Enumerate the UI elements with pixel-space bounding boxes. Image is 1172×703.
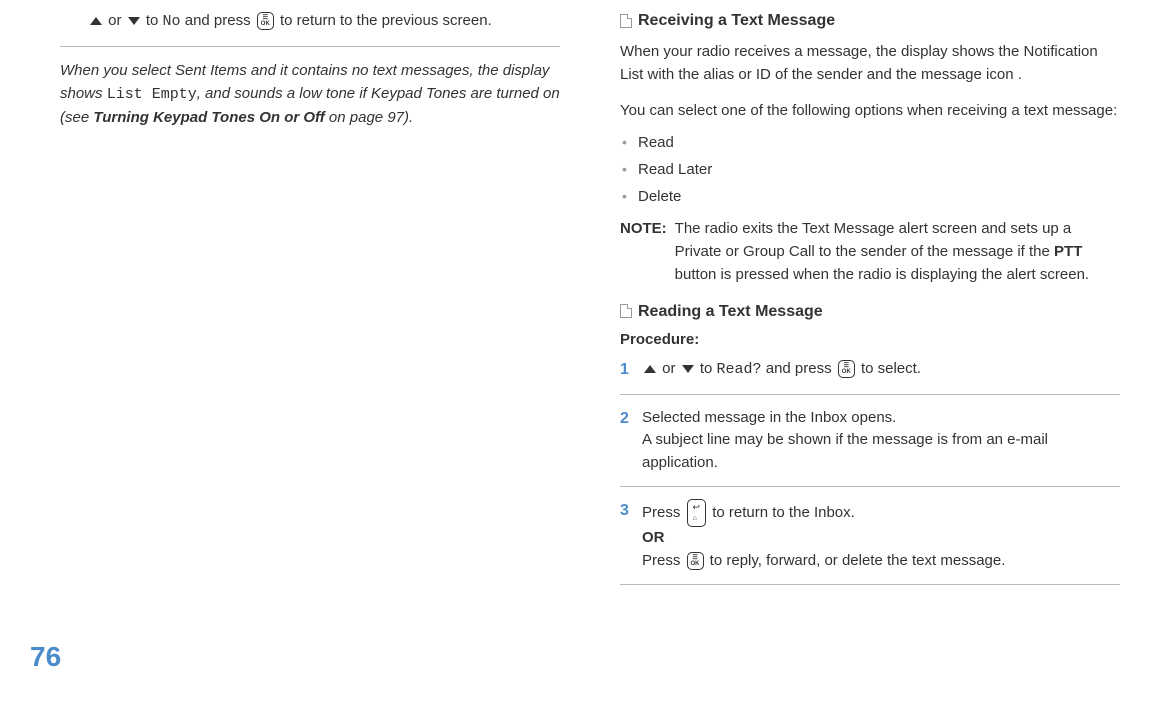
ok-button-icon: ☰OK <box>257 12 274 30</box>
text-and-press: and press <box>181 12 255 29</box>
cross-reference: Turning Keypad Tones On or Off <box>93 109 324 126</box>
text-to: to <box>142 12 163 29</box>
read-prompt: Read? <box>717 361 762 378</box>
right-column: Receiving a Text Message When your radio… <box>620 10 1120 597</box>
step-2: 2 Selected message in the Inbox opens. A… <box>620 407 1120 488</box>
text-or: or <box>104 12 126 29</box>
heading-reading-text: Reading a Text Message <box>638 303 823 320</box>
text-to: to <box>696 360 717 377</box>
text-return-inbox: to return to the Inbox. <box>708 504 855 521</box>
step-number-3: 3 <box>620 499 642 523</box>
up-arrow-icon <box>90 17 102 25</box>
step-number-1: 1 <box>620 358 642 382</box>
option-delete: Delete <box>620 188 1120 205</box>
list-empty-text: List Empty <box>107 86 197 103</box>
heading-reading: Reading a Text Message <box>620 303 1120 321</box>
text-press-2: Press <box>642 552 685 569</box>
receiving-para-1: When your radio receives a message, the … <box>620 40 1120 87</box>
option-read: Read <box>620 134 1120 151</box>
receiving-para-2: You can select one of the following opti… <box>620 99 1120 122</box>
left-column: or to No and press ☰OK to return to the … <box>60 10 560 597</box>
down-arrow-icon <box>682 365 694 373</box>
note-body-a: The radio exits the Text Message alert s… <box>675 220 1072 260</box>
heading-receiving: Receiving a Text Message <box>620 12 1120 30</box>
procedure-label: Procedure: <box>620 331 1120 348</box>
option-no: No <box>163 13 181 30</box>
text-and-press: and press <box>762 360 836 377</box>
note-label: NOTE: <box>620 217 667 287</box>
empty-list-note: When you select Sent Items and it contai… <box>60 59 560 130</box>
text-return: to return to the previous screen. <box>276 12 492 29</box>
step-2-line-2: A subject line may be shown if the messa… <box>642 431 1048 471</box>
page-number: 76 <box>30 641 61 673</box>
option-read-later: Read Later <box>620 161 1120 178</box>
note-body-b: button is pressed when the radio is disp… <box>675 266 1089 283</box>
step-2-line-1: Selected message in the Inbox opens. <box>642 409 896 426</box>
note-block: NOTE: The radio exits the Text Message a… <box>620 217 1120 287</box>
ok-button-icon: ☰OK <box>687 552 704 570</box>
note-text: The radio exits the Text Message alert s… <box>675 217 1120 287</box>
up-arrow-icon <box>644 365 656 373</box>
doc-icon <box>620 14 632 28</box>
text-or: or <box>658 360 680 377</box>
doc-icon <box>620 304 632 318</box>
heading-receiving-text: Receiving a Text Message <box>638 12 835 29</box>
down-arrow-icon <box>128 17 140 25</box>
text-or-line: OR <box>642 529 665 546</box>
text-press-1: Press <box>642 504 685 521</box>
ok-button-icon: ☰OK <box>838 360 855 378</box>
step-fragment: or to No and press ☰OK to return to the … <box>60 10 560 47</box>
step-1: 1 or to Read? and press ☰OK to select. <box>620 358 1120 395</box>
options-list: Read Read Later Delete <box>620 134 1120 205</box>
note-text-c: on page 97). <box>325 109 413 126</box>
step-2-text: Selected message in the Inbox opens. A s… <box>642 407 1120 475</box>
step-1-text: or to Read? and press ☰OK to select. <box>642 358 1120 382</box>
step-3: 3 Press ↩⌂ to return to the Inbox. OR Pr… <box>620 499 1120 585</box>
step-3-text: Press ↩⌂ to return to the Inbox. OR Pres… <box>642 499 1120 572</box>
ptt-label: PTT <box>1054 243 1082 260</box>
back-button-icon: ↩⌂ <box>687 499 707 527</box>
text-select: to select. <box>857 360 921 377</box>
step-number-2: 2 <box>620 407 642 431</box>
text-reply: to reply, forward, or delete the text me… <box>706 552 1006 569</box>
